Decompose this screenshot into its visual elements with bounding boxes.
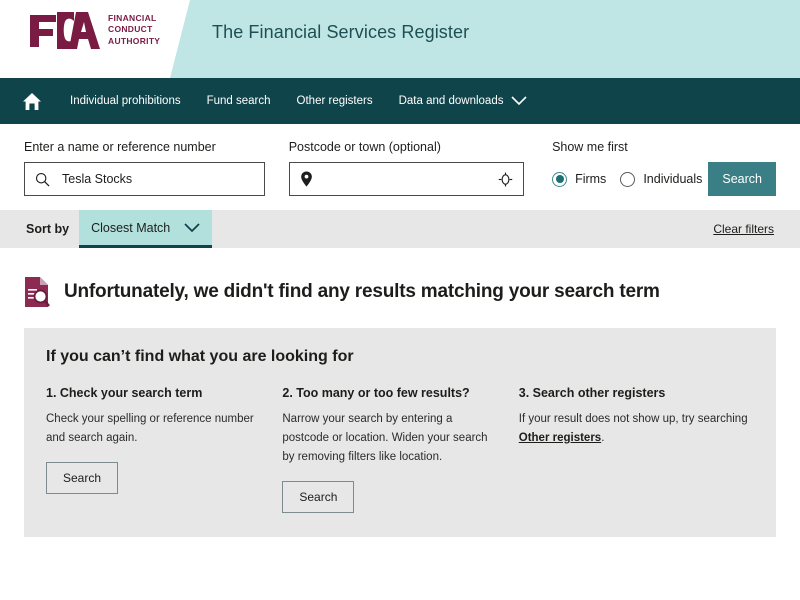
nav-item-label: Fund search [206,95,271,107]
help-column-body-wrapper: If your result does not show up, try sea… [519,410,754,448]
search-icon [35,172,50,186]
search-submit-button[interactable]: Search [708,162,776,196]
other-registers-link[interactable]: Other registers [519,432,601,444]
sort-by-label: Sort by [26,222,70,236]
help-panel-columns: 1. Check your search term Check your spe… [46,386,754,513]
no-results-message: Unfortunately, we didn't find any result… [64,281,660,302]
help-column-body: If your result does not show up, try sea… [518,413,748,425]
show-me-first-label: Show me first [552,140,628,154]
home-icon [23,92,41,110]
show-me-first-options: Firms Individuals [552,162,702,196]
help-column-body: Narrow your search by entering a postcod… [282,413,488,463]
main-navigation: Individual prohibitions Fund search Othe… [0,78,800,124]
help-column-too-many-results: 2. Too many or too few results? Narrow y… [282,386,518,513]
name-field-label: Enter a name or reference number [24,140,216,154]
help-column-body-suffix: . [601,432,605,444]
chevron-down-icon [511,96,528,106]
postcode-field-label: Postcode or town (optional) [288,140,441,154]
help-column-title: 2. Too many or too few results? [282,386,470,400]
postcode-field-group: Postcode or town (optional) [288,140,525,196]
nav-item-fund-search[interactable]: Fund search [207,95,271,107]
radio-individuals-label: Individuals [643,172,703,186]
radio-individuals-indicator [620,171,636,187]
radio-option-individuals[interactable]: Individuals [620,171,703,187]
clear-filters-link[interactable]: Clear filters [713,222,774,236]
map-pin-icon [300,171,312,187]
show-me-first-group: Show me first Firms Individuals [552,140,702,196]
document-search-icon [25,277,50,307]
help-panel: If you can’t find what you are looking f… [24,328,776,537]
name-field-group: Enter a name or reference number [24,140,265,196]
logo-word-line-1: FINANCIAL [108,12,157,23]
postcode-input[interactable] [322,171,489,187]
nav-item-individual-prohibitions[interactable]: Individual prohibitions [70,95,181,107]
fca-logo-wordmark: FINANCIAL CONDUCT AUTHORITY [108,13,160,48]
help-panel-title: If you can’t find what you are looking f… [46,348,354,365]
nav-item-label: Other registers [296,95,373,107]
crosshair-icon[interactable] [498,172,513,187]
name-input-shell[interactable] [24,162,265,196]
radio-firms-indicator [552,171,568,187]
sort-by-dropdown[interactable]: Closest Match [79,210,213,248]
fca-logo[interactable]: FINANCIAL CONDUCT AUTHORITY [26,7,160,53]
sort-and-filter-bar: Sort by Closest Match Clear filters [0,210,800,248]
radio-option-firms[interactable]: Firms [552,171,607,187]
main-content: Unfortunately, we didn't find any result… [0,276,800,537]
logo-word-line-2: CONDUCT [108,24,153,35]
help-column-body: Check your spelling or reference number … [46,413,254,444]
sort-by-value: Closest Match [91,220,171,235]
help-column-check-search-term: 1. Check your search term Check your spe… [46,386,282,513]
site-banner: FINANCIAL CONDUCT AUTHORITY The Financia… [0,0,800,78]
search-form: Enter a name or reference number Postcod… [0,124,800,210]
sort-controls: Sort by Closest Match [26,210,213,248]
fca-logo-mark [30,12,100,49]
postcode-input-shell[interactable] [288,162,525,196]
nav-item-other-registers[interactable]: Other registers [297,95,373,107]
logo-word-line-3: AUTHORITY [108,35,161,46]
help-column-other-registers: 3. Search other registers If your result… [519,386,754,513]
help-search-button-1[interactable]: Search [46,462,119,494]
radio-firms-label: Firms [575,172,607,186]
nav-home-link[interactable] [22,92,42,111]
no-results-banner: Unfortunately, we didn't find any result… [24,276,776,308]
help-column-title: 3. Search other registers [518,386,666,400]
help-search-button-2[interactable]: Search [282,481,355,513]
nav-item-label: Individual prohibitions [70,95,181,107]
help-column-title: 1. Check your search term [46,386,203,400]
chevron-down-icon [184,222,200,232]
search-input[interactable] [60,171,254,187]
page-title: The Financial Services Register [212,22,470,42]
nav-item-label: Data and downloads [398,95,504,107]
nav-item-data-and-downloads[interactable]: Data and downloads [399,95,528,107]
